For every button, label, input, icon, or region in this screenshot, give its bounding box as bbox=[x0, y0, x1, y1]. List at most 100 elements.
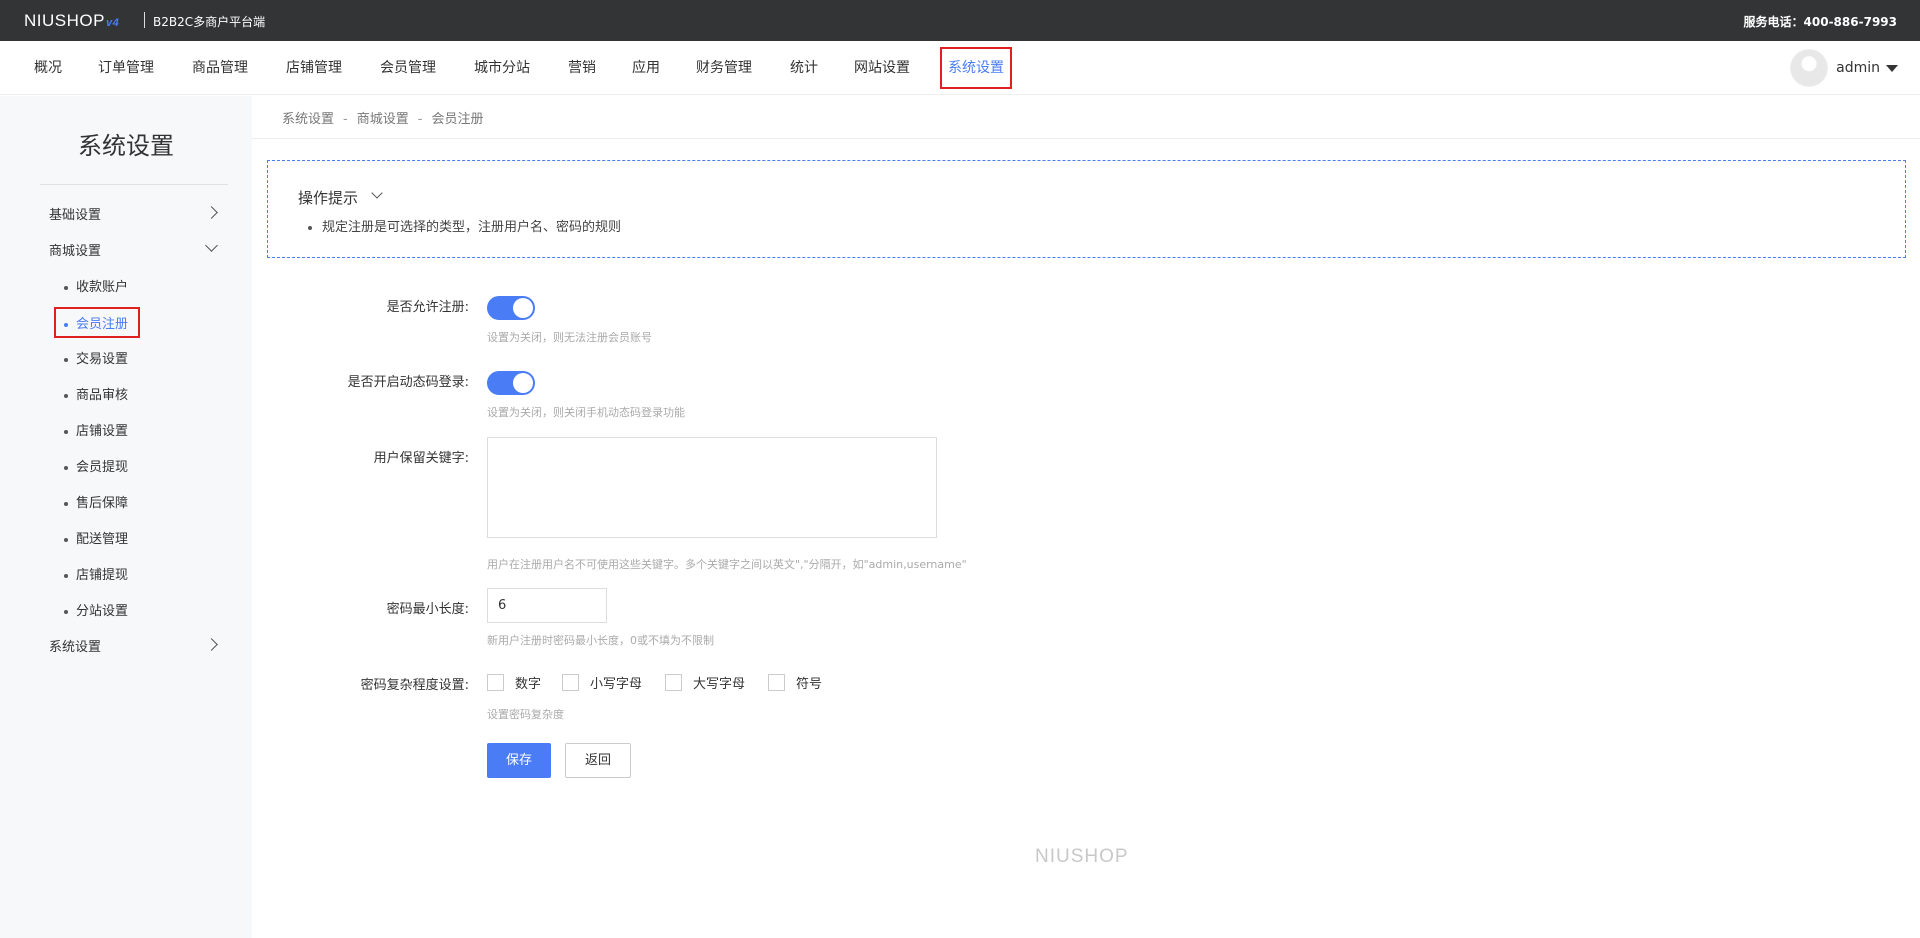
nav-item-shops[interactable]: 店铺管理 bbox=[286, 53, 342, 83]
sidebar-item-payment-account[interactable]: 收款账户 bbox=[64, 276, 128, 295]
sidebar-item-label: 会员注册 bbox=[76, 317, 129, 332]
sidebar-item-label: 收款账户 bbox=[76, 280, 129, 295]
checkbox-icon bbox=[665, 673, 682, 691]
chevron-right-icon bbox=[205, 638, 218, 651]
nav-item-orders[interactable]: 订单管理 bbox=[98, 53, 154, 83]
footer-logo: NIUSHOP bbox=[1035, 846, 1129, 867]
sidebar-item-member-register[interactable]: 会员注册 bbox=[54, 307, 141, 338]
sidebar-item-member-withdraw[interactable]: 会员提现 bbox=[64, 456, 128, 475]
caret-down-icon bbox=[1886, 64, 1898, 72]
bullet-icon bbox=[64, 357, 68, 362]
sidebar-item-label: 分站设置 bbox=[76, 604, 129, 619]
nav-item-system-settings[interactable]: 系统设置 bbox=[940, 47, 1012, 89]
sidebar-item-label: 会员提现 bbox=[76, 460, 129, 475]
nav-item-marketing[interactable]: 营销 bbox=[568, 53, 596, 83]
nav-item-statistics[interactable]: 统计 bbox=[790, 53, 818, 83]
sidebar-divider bbox=[40, 184, 228, 185]
chevron-down-icon bbox=[205, 239, 218, 252]
chevron-right-icon bbox=[205, 206, 218, 219]
sidebar-item-after-sales[interactable]: 售后保障 bbox=[64, 492, 128, 511]
sidebar-item-label: 配送管理 bbox=[76, 532, 129, 547]
sidebar-item-trade-settings[interactable]: 交易设置 bbox=[64, 348, 128, 367]
logo-text: NIUSHOP bbox=[24, 11, 105, 30]
nav-item-members[interactable]: 会员管理 bbox=[380, 53, 436, 83]
tips-item: 规定注册是可选择的类型，注册用户名、密码的规则 bbox=[308, 216, 621, 235]
user-menu[interactable]: admin bbox=[1790, 49, 1898, 87]
nav-item-apps[interactable]: 应用 bbox=[632, 53, 660, 83]
reserved-keywords-hint: 用户在注册用户名不可使用这些关键字。多个关键字之间以英文","分隔开，如"adm… bbox=[487, 558, 967, 571]
service-hotline: 服务电话：400-886-7993 bbox=[1743, 15, 1897, 29]
bullet-icon bbox=[64, 285, 68, 290]
reserved-keywords-label: 用户保留关键字: bbox=[373, 451, 469, 466]
bullet-icon bbox=[64, 501, 68, 506]
sidebar-item-substation[interactable]: 分站设置 bbox=[64, 600, 128, 619]
sidebar-item-shop-settings[interactable]: 店铺设置 bbox=[64, 420, 128, 439]
logo-divider bbox=[144, 12, 145, 28]
avatar bbox=[1790, 49, 1829, 87]
checkbox-icon bbox=[768, 673, 785, 691]
nav-item-overview[interactable]: 概况 bbox=[34, 53, 62, 83]
breadcrumb-divider bbox=[252, 138, 1920, 139]
bullet-icon bbox=[64, 429, 68, 434]
sidebar-item-shop-withdraw[interactable]: 店铺提现 bbox=[64, 564, 128, 583]
back-button[interactable]: 返回 bbox=[565, 743, 631, 778]
nav-item-city-substation[interactable]: 城市分站 bbox=[474, 53, 530, 83]
breadcrumb-current: 会员注册 bbox=[431, 112, 484, 127]
sidebar-group-label: 基础设置 bbox=[49, 208, 102, 223]
sidebar-item-delivery[interactable]: 配送管理 bbox=[64, 528, 128, 547]
switch-knob bbox=[513, 298, 533, 318]
sidebar-group-label: 商城设置 bbox=[49, 244, 102, 259]
checkbox-label: 小写字母 bbox=[590, 676, 643, 692]
sidebar-item-label: 商品审核 bbox=[76, 388, 129, 403]
sidebar-item-goods-audit[interactable]: 商品审核 bbox=[64, 384, 128, 403]
allow-register-hint: 设置为关闭，则无法注册会员账号 bbox=[487, 331, 652, 344]
min-length-input[interactable]: 6 bbox=[487, 588, 607, 623]
operation-tips: 操作提示 规定注册是可选择的类型，注册用户名、密码的规则 bbox=[267, 160, 1906, 258]
nav-item-website-settings[interactable]: 网站设置 bbox=[854, 53, 910, 83]
breadcrumb-separator: - bbox=[417, 112, 423, 127]
complexity-checkbox-uppercase[interactable]: 大写字母 bbox=[665, 673, 745, 692]
checkbox-icon bbox=[562, 673, 579, 691]
dynamic-login-label: 是否开启动态码登录: bbox=[347, 375, 469, 390]
nav-item-finance[interactable]: 财务管理 bbox=[696, 53, 752, 83]
min-length-hint: 新用户注册时密码最小长度，0或不填为不限制 bbox=[487, 634, 714, 647]
bullet-icon bbox=[308, 225, 312, 230]
breadcrumb-item[interactable]: 商城设置 bbox=[357, 112, 409, 127]
breadcrumb: 系统设置 - 商城设置 - 会员注册 bbox=[282, 108, 483, 127]
top-bar: NIUSHOPv4 B2B2C多商户平台端 服务电话：400-886-7993 bbox=[0, 0, 1920, 41]
bullet-icon bbox=[64, 322, 68, 327]
niushop-logo[interactable]: NIUSHOPv4 bbox=[24, 11, 119, 31]
reserved-keywords-textarea[interactable] bbox=[487, 437, 937, 538]
sidebar-group-basic[interactable]: 基础设置 bbox=[49, 204, 101, 223]
complexity-hint: 设置密码复杂度 bbox=[487, 708, 564, 721]
bullet-icon bbox=[64, 609, 68, 614]
complexity-checkbox-lowercase[interactable]: 小写字母 bbox=[562, 673, 643, 692]
sidebar-item-label: 售后保障 bbox=[76, 496, 129, 511]
bullet-icon bbox=[64, 573, 68, 578]
breadcrumb-item[interactable]: 系统设置 bbox=[282, 112, 334, 127]
dynamic-login-hint: 设置为关闭，则关闭手机动态码登录功能 bbox=[487, 406, 685, 419]
tips-item-text: 规定注册是可选择的类型，注册用户名、密码的规则 bbox=[322, 220, 622, 235]
complexity-checkbox-digits[interactable]: 数字 bbox=[487, 673, 541, 692]
breadcrumb-separator: - bbox=[343, 112, 348, 127]
sidebar-group-mall[interactable]: 商城设置 bbox=[49, 240, 101, 259]
min-length-label: 密码最小长度: bbox=[386, 602, 469, 617]
sidebar-group-label: 系统设置 bbox=[49, 640, 102, 655]
save-button[interactable]: 保存 bbox=[487, 743, 551, 778]
allow-register-label: 是否允许注册: bbox=[386, 300, 469, 315]
bullet-icon bbox=[64, 537, 68, 542]
allow-register-switch[interactable] bbox=[487, 296, 535, 320]
dynamic-login-switch[interactable] bbox=[487, 371, 535, 395]
switch-knob bbox=[513, 373, 533, 393]
checkbox-icon bbox=[487, 673, 504, 691]
sidebar: 系统设置 基础设置 商城设置 收款账户 会员注册 交易设置 商品审核 店铺设置 … bbox=[0, 96, 252, 938]
logo-version: v4 bbox=[105, 17, 120, 29]
checkbox-label: 符号 bbox=[796, 676, 823, 692]
sidebar-item-label: 店铺提现 bbox=[76, 568, 129, 583]
complexity-checkbox-symbols[interactable]: 符号 bbox=[768, 673, 823, 692]
sidebar-item-label: 店铺设置 bbox=[76, 424, 129, 439]
tips-title[interactable]: 操作提示 bbox=[298, 187, 358, 208]
sidebar-group-system[interactable]: 系统设置 bbox=[49, 636, 101, 655]
chevron-down-icon[interactable] bbox=[371, 187, 383, 199]
nav-item-goods[interactable]: 商品管理 bbox=[192, 53, 248, 83]
